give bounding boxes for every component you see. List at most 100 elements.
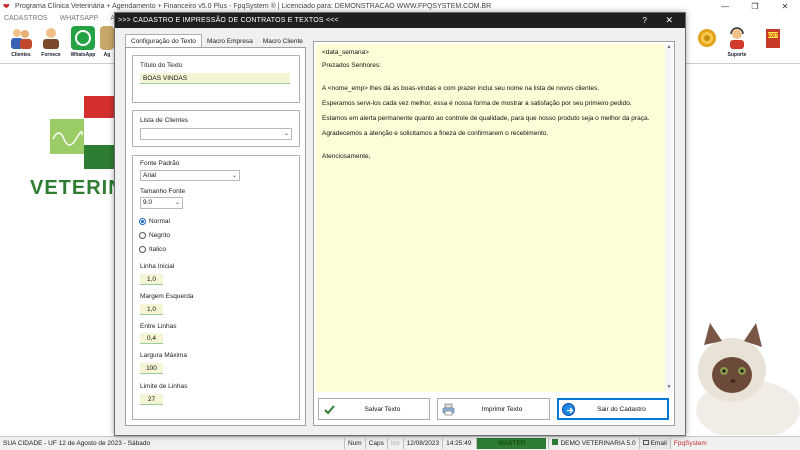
limite-linhas-field[interactable]: 27 — [140, 394, 163, 405]
fonte-select[interactable]: Arial ⌄ — [140, 170, 240, 181]
chevron-down-icon: ⌄ — [231, 173, 237, 179]
window-controls: — ❐ ✕ — [710, 0, 800, 13]
lista-clientes-label: Lista de Clientes — [140, 117, 189, 124]
text-editor[interactable]: <data_semana> Prezados Senhores: A <nome… — [316, 44, 666, 392]
chevron-down-icon: ⌄ — [174, 200, 180, 206]
status-ins: Ins — [386, 438, 403, 449]
status-user: MASTER — [476, 438, 547, 449]
linha-inicial-field[interactable]: 1,0 — [140, 274, 163, 285]
editor-line: Estamos em alerta permanente quanto ao c… — [322, 115, 650, 122]
print-text-button[interactable]: Imprimir Texto — [437, 398, 550, 420]
margem-esquerda-label: Margem Esquerda — [140, 293, 194, 300]
status-email-label: Email — [650, 440, 667, 447]
radio-dot-icon — [139, 246, 146, 253]
editor-line: Esperamos servi-los cada vez melhor, ess… — [322, 100, 632, 107]
maximize-button[interactable]: ❐ — [740, 0, 770, 13]
support-icon — [725, 26, 749, 50]
dialog-title: >>> CADASTRO E IMPRESSÃO DE CONTRATOS E … — [118, 17, 339, 24]
radio-normal-label: Normal — [149, 218, 170, 225]
editor-line: Atenciosamente, — [322, 153, 371, 160]
exit-icon: EXIT — [761, 26, 785, 50]
close-button[interactable]: ✕ — [770, 0, 800, 13]
limite-linhas-label: Limite de Linhas — [140, 383, 188, 390]
status-date: 12/08/2023 — [402, 438, 443, 449]
radio-negrito[interactable]: Negrito — [139, 232, 170, 239]
toolbar-suporte-button[interactable]: Suporte — [722, 26, 752, 62]
printer-icon — [442, 403, 455, 416]
toolbar-fornecedores-button[interactable]: Fornece — [36, 26, 66, 62]
statusbar: SUA CIDADE - UF 12 de Agosto de 2023 - S… — [0, 436, 800, 450]
scroll-up-icon[interactable]: ▲ — [665, 44, 673, 52]
main-window-title: Programa Clínica Veterinária + Agendamen… — [15, 3, 492, 10]
save-text-button[interactable]: Salvar Texto — [318, 398, 430, 420]
email-icon — [642, 440, 649, 445]
margem-esquerda-field[interactable]: 1,0 — [140, 304, 163, 315]
status-company: DEMO VETERINARIA 5.0 — [548, 438, 638, 449]
toolbar-agenda-button[interactable]: Ag — [100, 26, 114, 62]
dialog-tabs: Configuração do Texto Macro Empresa Macr… — [125, 34, 308, 48]
toolbar-clientes-button[interactable]: Clientes — [6, 26, 36, 62]
entre-linhas-field[interactable]: 0,4 — [140, 333, 163, 344]
tamanho-select[interactable]: 9.0 ⌄ — [140, 197, 183, 209]
status-location-date: SUA CIDADE - UF 12 de Agosto de 2023 - S… — [3, 440, 151, 447]
toolbar-whatsapp-button[interactable]: WhatsApp — [68, 26, 98, 62]
fonte-value: Arial — [143, 172, 157, 179]
whatsapp-icon — [71, 26, 95, 50]
font-params-group: Fonte Padrão Arial ⌄ Tamanho Fonte 9.0 ⌄… — [132, 155, 300, 420]
radio-negrito-label: Negrito — [149, 232, 170, 239]
editor-line: Prezados Senhores: — [322, 62, 381, 69]
toolbar-financeiro-button[interactable] — [692, 26, 722, 62]
entre-linhas-label: Entre Linhas — [140, 323, 177, 330]
scroll-down-icon[interactable]: ▼ — [665, 384, 673, 392]
titulo-label: Título do Texto — [140, 62, 183, 69]
editor-panel: <data_semana> Prezados Senhores: A <nome… — [313, 41, 675, 426]
exit-cadastro-button[interactable]: Sair do Cadastro — [557, 398, 669, 420]
radio-normal[interactable]: Normal — [139, 218, 170, 225]
company-icon — [552, 439, 559, 445]
exit-arrow-icon — [562, 402, 575, 416]
toolbar-sair-button[interactable]: EXIT — [758, 26, 788, 62]
logo-green-block — [50, 119, 84, 154]
menu-cadastros[interactable]: CADASTROS — [4, 15, 48, 22]
titulo-field[interactable]: BOAS VINDAS — [140, 73, 290, 84]
cat-image — [686, 315, 800, 440]
lista-clientes-select[interactable]: ⌄ — [140, 128, 292, 140]
check-icon — [323, 403, 336, 416]
svg-text:EXIT: EXIT — [767, 33, 778, 39]
status-company-label: DEMO VETERINARIA 5.0 — [560, 440, 636, 447]
menu-whatsapp[interactable]: WHATSAPP — [60, 15, 99, 22]
status-caps: Caps — [364, 438, 387, 449]
schedule-icon — [100, 26, 114, 50]
largura-maxima-label: Largura Máxima — [140, 352, 187, 359]
editor-scrollbar[interactable]: ▲ ▼ — [665, 44, 673, 392]
radio-italico[interactable]: Italico — [139, 246, 166, 253]
status-time: 14:25:49 — [442, 438, 474, 449]
status-num: Num — [344, 438, 365, 449]
tab-configuracao-texto[interactable]: Configuração do Texto — [125, 34, 202, 48]
coins-icon — [695, 26, 719, 50]
tamanho-label: Tamanho Fonte — [140, 188, 186, 195]
radio-dot-icon — [139, 218, 146, 225]
titulo-group: Título do Texto BOAS VINDAS — [132, 55, 300, 103]
editor-line: Agradecemos a atenção e solicitamos a fi… — [322, 130, 549, 137]
editor-line: A <nome_emp> lhes dá as boas-vindas e co… — [322, 85, 600, 92]
paw-app-icon: ❤ — [3, 1, 10, 11]
editor-line: <data_semana> — [322, 49, 369, 56]
suppliers-icon — [39, 26, 63, 50]
print-text-label: Imprimir Texto — [481, 405, 523, 413]
tamanho-value: 9.0 — [143, 199, 153, 206]
largura-maxima-field[interactable]: 100 — [140, 363, 163, 374]
minimize-button[interactable]: — — [710, 0, 740, 13]
status-email-button[interactable]: Email — [638, 438, 670, 449]
radio-italico-label: Italico — [149, 246, 166, 253]
help-button[interactable]: ? — [643, 13, 647, 28]
chevron-down-icon: ⌄ — [283, 131, 289, 137]
save-text-label: Salvar Texto — [364, 405, 401, 413]
status-brand: FpqSystem — [669, 438, 710, 449]
config-panel: Título do Texto BOAS VINDAS Lista de Cli… — [125, 47, 306, 426]
lista-clientes-group: Lista de Clientes ⌄ — [132, 110, 300, 147]
clients-icon — [9, 26, 33, 50]
radio-dot-icon — [139, 232, 146, 239]
exit-cadastro-label: Sair do Cadastro — [597, 405, 646, 413]
dialog-close-button[interactable]: ✕ — [665, 13, 673, 28]
